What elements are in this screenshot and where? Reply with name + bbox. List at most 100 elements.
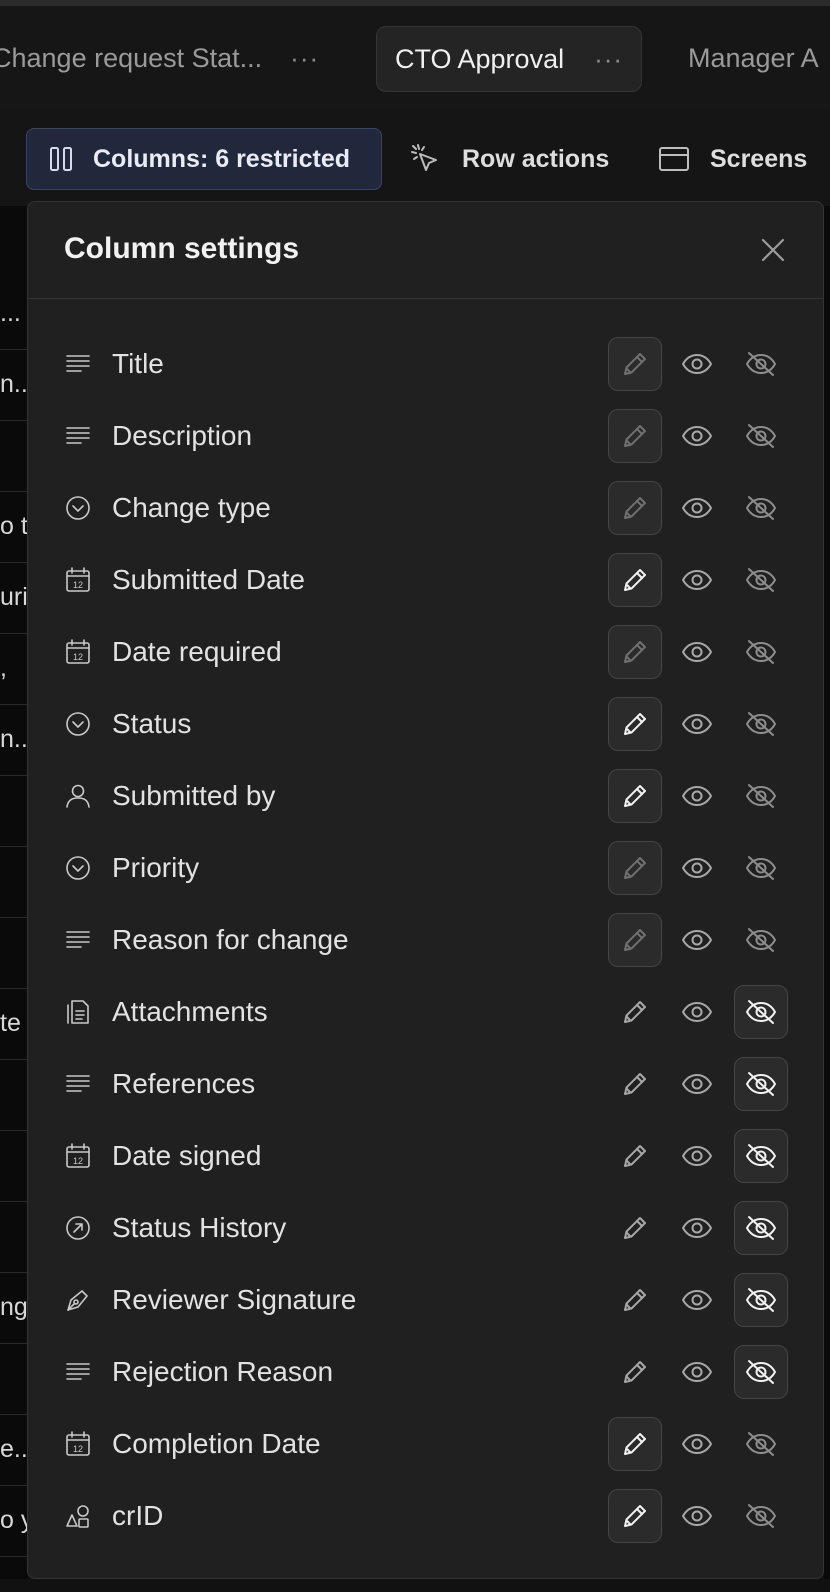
eye-icon <box>682 714 712 734</box>
hidden-permission-toggle[interactable] <box>734 1273 788 1327</box>
view-permission-toggle[interactable] <box>670 1345 724 1399</box>
eye-icon <box>682 1074 712 1094</box>
dropdown-circle-icon <box>64 494 92 522</box>
hidden-permission-toggle[interactable] <box>734 1489 788 1543</box>
hidden-permission-toggle[interactable] <box>734 553 788 607</box>
view-permission-toggle[interactable] <box>670 769 724 823</box>
background-table-row: uri <box>0 562 30 634</box>
eye-off-icon <box>746 1504 776 1528</box>
edit-permission-toggle[interactable] <box>608 1345 662 1399</box>
view-permission-toggle[interactable] <box>670 1201 724 1255</box>
edit-permission-toggle[interactable] <box>608 1129 662 1183</box>
hidden-permission-toggle[interactable] <box>734 1201 788 1255</box>
hidden-permission-toggle[interactable] <box>734 1345 788 1399</box>
view-permission-toggle[interactable] <box>670 481 724 535</box>
edit-permission-toggle[interactable] <box>608 1417 662 1471</box>
tab-cto-approval[interactable]: CTO Approval ··· <box>376 26 643 92</box>
column-label: crID <box>112 1500 164 1531</box>
background-table-row: o th <box>0 491 30 563</box>
close-icon[interactable] <box>759 236 787 264</box>
eye-off-icon <box>746 1216 776 1240</box>
person-icon <box>64 782 92 810</box>
pencil-icon <box>624 857 646 879</box>
text-lines-icon <box>64 1070 92 1098</box>
edit-permission-toggle[interactable] <box>608 625 662 679</box>
pencil-icon <box>624 1073 646 1095</box>
tab-more-icon[interactable]: ··· <box>594 44 623 75</box>
hidden-permission-toggle[interactable] <box>734 769 788 823</box>
pencil-icon <box>624 425 646 447</box>
view-permission-toggle[interactable] <box>670 337 724 391</box>
tab-more-icon[interactable]: ··· <box>290 43 319 74</box>
column-label: Date signed <box>112 1140 262 1171</box>
hidden-permission-toggle[interactable] <box>734 697 788 751</box>
eye-icon <box>682 1218 712 1238</box>
text-lines-icon <box>64 350 92 378</box>
column-row: Status <box>28 688 823 760</box>
panel-header: Column settings <box>28 202 823 299</box>
hidden-permission-toggle[interactable] <box>734 913 788 967</box>
column-row: 12 Submitted Date <box>28 544 823 616</box>
eye-off-icon <box>746 1360 776 1384</box>
column-label: Status History <box>112 1212 287 1243</box>
edit-permission-toggle[interactable] <box>608 1201 662 1255</box>
view-permission-toggle[interactable] <box>670 841 724 895</box>
edit-permission-toggle[interactable] <box>608 553 662 607</box>
panel-title: Column settings <box>64 232 300 265</box>
row-actions-button[interactable]: Row actions <box>408 128 609 190</box>
view-permission-toggle[interactable] <box>670 697 724 751</box>
eye-icon <box>682 1434 712 1454</box>
view-permission-toggle[interactable] <box>670 553 724 607</box>
pen-nib-icon <box>64 1286 92 1314</box>
edit-permission-toggle[interactable] <box>608 697 662 751</box>
eye-off-icon <box>746 856 776 880</box>
tab-manager-approval[interactable]: Manager A <box>688 26 819 90</box>
edit-permission-toggle[interactable] <box>608 769 662 823</box>
edit-permission-toggle[interactable] <box>608 1057 662 1111</box>
tab-label: Manager A <box>688 42 819 73</box>
view-permission-toggle[interactable] <box>670 1057 724 1111</box>
view-permission-toggle[interactable] <box>670 409 724 463</box>
dropdown-circle-icon <box>64 710 92 738</box>
eye-off-icon <box>746 1432 776 1456</box>
eye-icon <box>682 930 712 950</box>
arrow-circle-icon <box>64 1214 92 1242</box>
column-label: Title <box>112 348 164 379</box>
eye-icon <box>682 498 712 518</box>
pencil-icon <box>624 569 646 591</box>
background-table-row <box>0 420 30 492</box>
view-permission-toggle[interactable] <box>670 913 724 967</box>
hidden-permission-toggle[interactable] <box>734 985 788 1039</box>
edit-permission-toggle[interactable] <box>608 409 662 463</box>
view-permission-toggle[interactable] <box>670 1129 724 1183</box>
pencil-icon <box>624 1289 646 1311</box>
edit-permission-toggle[interactable] <box>608 1489 662 1543</box>
tab-change-request-status[interactable]: Change request Stat... ··· <box>0 26 319 90</box>
view-permission-toggle[interactable] <box>670 1273 724 1327</box>
background-table-row <box>0 1059 30 1131</box>
hidden-permission-toggle[interactable] <box>734 1129 788 1183</box>
hidden-permission-toggle[interactable] <box>734 409 788 463</box>
svg-text:12: 12 <box>73 1156 83 1166</box>
view-permission-toggle[interactable] <box>670 985 724 1039</box>
view-permission-toggle[interactable] <box>670 625 724 679</box>
edit-permission-toggle[interactable] <box>608 1273 662 1327</box>
hidden-permission-toggle[interactable] <box>734 1057 788 1111</box>
hidden-permission-toggle[interactable] <box>734 481 788 535</box>
view-permission-toggle[interactable] <box>670 1417 724 1471</box>
view-permission-toggle[interactable] <box>670 1489 724 1543</box>
edit-permission-toggle[interactable] <box>608 913 662 967</box>
edit-permission-toggle[interactable] <box>608 985 662 1039</box>
edit-permission-toggle[interactable] <box>608 841 662 895</box>
edit-permission-toggle[interactable] <box>608 337 662 391</box>
columns-button[interactable]: Columns: 6 restricted <box>26 128 382 190</box>
eye-icon <box>682 1146 712 1166</box>
hidden-permission-toggle[interactable] <box>734 337 788 391</box>
hidden-permission-toggle[interactable] <box>734 625 788 679</box>
screens-button[interactable]: Screens <box>658 128 807 190</box>
edit-permission-toggle[interactable] <box>608 481 662 535</box>
column-row: Attachments <box>28 976 823 1048</box>
hidden-permission-toggle[interactable] <box>734 1417 788 1471</box>
eye-icon <box>682 426 712 446</box>
hidden-permission-toggle[interactable] <box>734 841 788 895</box>
